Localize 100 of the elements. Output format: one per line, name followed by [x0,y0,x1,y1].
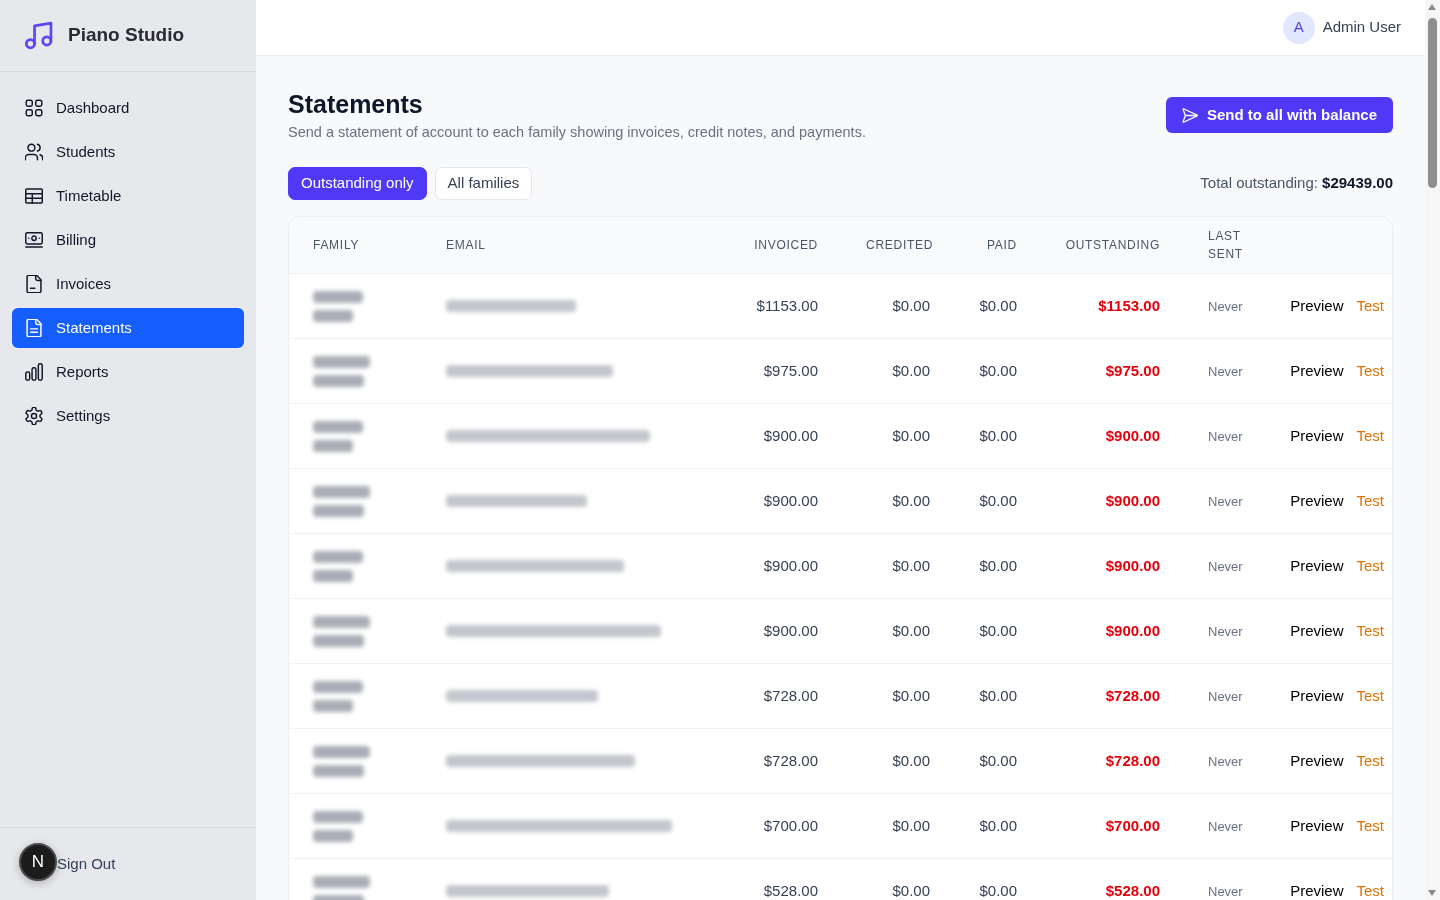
preview-link[interactable]: Preview [1290,621,1344,639]
credited-amount: $0.00 [892,556,930,574]
outstanding-amount: $728.00 [1105,751,1160,769]
document-icon [25,275,43,293]
invoiced-amount: $900.00 [763,426,818,444]
last-sent-text: Never [1208,883,1243,899]
paid-amount: $0.00 [979,816,1017,834]
blurred-name [313,355,370,387]
blurred-name [313,290,363,322]
blurred-name [313,420,363,452]
invoiced-amount: $900.00 [763,556,818,574]
credited-amount: $0.00 [892,686,930,704]
last-sent-text: Never [1208,623,1243,639]
blurred-name [313,810,363,842]
blurred-name [313,485,370,517]
credited-amount: $0.00 [892,751,930,769]
preview-link[interactable]: Preview [1290,816,1344,834]
credited-amount: $0.00 [892,816,930,834]
preview-link[interactable]: Preview [1290,426,1344,444]
outstanding-amount: $900.00 [1105,491,1160,509]
outstanding-amount: $975.00 [1105,361,1160,379]
blurred-name [313,550,363,582]
paid-amount: $0.00 [979,686,1017,704]
invoiced-amount: $700.00 [763,816,818,834]
last-sent-text: Never [1208,363,1243,379]
paid-amount: $0.00 [979,621,1017,639]
column-header: FAMILY [313,237,360,254]
grid-icon [25,99,43,117]
last-sent-text: Never [1208,753,1243,769]
column-header: LAST SENT [1208,228,1244,263]
blurred-name [313,680,363,712]
column-header: PAID [987,237,1017,254]
app-name: Piano Studio [68,23,185,48]
scrollbar[interactable] [1425,0,1440,900]
credited-amount: $0.00 [892,296,930,314]
preview-link[interactable]: Preview [1290,491,1344,509]
paid-amount: $0.00 [979,556,1017,574]
paid-amount: $0.00 [979,296,1017,314]
sidebar-item[interactable]: Invoices [12,264,244,304]
invoiced-amount: $900.00 [763,621,818,639]
invoiced-amount: $1153.00 [756,296,818,314]
paid-amount: $0.00 [979,361,1017,379]
preview-link[interactable]: Preview [1290,361,1344,379]
credited-amount: $0.00 [892,361,930,379]
paid-amount: $0.00 [979,491,1017,509]
filter-button[interactable]: Outstanding only [288,167,427,200]
outstanding-amount: $1153.00 [1098,296,1160,314]
blurred-name [313,745,370,777]
preview-link[interactable]: Preview [1290,881,1344,899]
invoiced-amount: $975.00 [763,361,818,379]
credited-amount: $0.00 [892,426,930,444]
user-avatar[interactable]: A [1282,11,1315,44]
total-outstanding: Total outstanding: $29439.00 [1200,173,1393,194]
preview-link[interactable]: Preview [1290,751,1344,769]
invoiced-amount: $728.00 [763,686,818,704]
music-note-icon [25,21,53,50]
outstanding-amount: $900.00 [1105,426,1160,444]
outstanding-amount: $700.00 [1105,816,1160,834]
column-header: EMAIL [446,237,486,254]
credited-amount: $0.00 [892,621,930,639]
sidebar-item[interactable]: Timetable [12,176,244,216]
invoiced-amount: $900.00 [763,491,818,509]
banknote-icon [25,231,43,249]
paid-amount: $0.00 [979,751,1017,769]
last-sent-text: Never [1208,493,1243,509]
sidebar-item[interactable]: Statements [12,308,244,348]
outstanding-amount: $728.00 [1105,686,1160,704]
invoiced-amount: $528.00 [763,881,818,899]
last-sent-text: Never [1208,428,1243,444]
outstanding-amount: $528.00 [1105,881,1160,899]
user-name[interactable]: Admin User [1322,16,1401,39]
sidebar-item[interactable]: Reports [12,352,244,392]
last-sent-text: Never [1208,818,1243,834]
last-sent-text: Never [1208,558,1243,574]
paid-amount: $0.00 [979,426,1017,444]
table-icon [25,187,43,205]
last-sent-text: Never [1208,298,1243,314]
settings-icon [25,407,43,425]
credited-amount: $0.00 [892,881,930,899]
paper-plane-icon [1181,107,1198,123]
sidebar-item[interactable]: Billing [12,220,244,260]
send-to-all-button[interactable]: Send to all with balance [1165,97,1393,133]
people-icon [25,143,43,161]
filter-button[interactable]: All families [434,167,533,200]
sidebar-item[interactable]: Students [12,132,244,172]
sidebar-item[interactable]: Dashboard [12,88,244,128]
outstanding-amount: $900.00 [1105,621,1160,639]
column-header: CREDITED [866,237,934,254]
preview-link[interactable]: Preview [1290,556,1344,574]
page-title: Statements [288,89,424,120]
preview-link[interactable]: Preview [1290,686,1344,704]
invoiced-amount: $728.00 [763,751,818,769]
last-sent-text: Never [1208,688,1243,704]
outstanding-amount: $900.00 [1105,556,1160,574]
page-description: Send a statement of account to each family showing invoices, credit notes, and payments. [288,123,866,142]
blurred-name [313,875,370,900]
sidebar-item[interactable]: Settings [12,396,244,436]
column-header: OUTSTANDING [1065,237,1160,254]
preview-link[interactable]: Preview [1290,296,1344,314]
credited-amount: $0.00 [892,491,930,509]
